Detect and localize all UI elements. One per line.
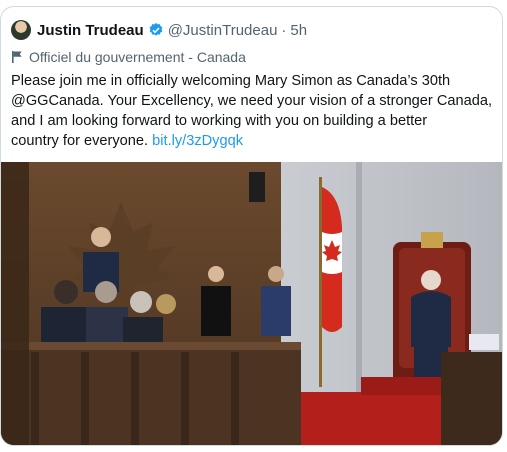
handle[interactable]: @JustinTrudeau [168, 22, 278, 39]
separator: · [281, 21, 287, 39]
display-name[interactable]: Justin Trudeau [37, 22, 144, 39]
tweet-text: Please join me in officially welcoming M… [11, 71, 496, 151]
tweet-header: Justin Trudeau @JustinTrudeau · 5h [11, 19, 307, 41]
government-label: Officiel du gouvernement - Canada [11, 49, 246, 65]
timestamp[interactable]: 5h [290, 22, 307, 39]
verified-badge-icon [148, 22, 164, 38]
tweet-text-line: Please join me in officially welcoming M… [11, 73, 451, 89]
tweet-card[interactable]: Justin Trudeau @JustinTrudeau · 5h Offic… [0, 6, 503, 446]
tweet-link[interactable]: bit.ly/3zDygqk [152, 133, 243, 149]
tweet-text-line: and I am looking forward to working with… [11, 113, 428, 129]
government-label-text: Officiel du gouvernement - Canada [29, 49, 246, 65]
tweet-text-line: country for everyone. bit.ly/3zDygqk [11, 133, 243, 149]
avatar[interactable] [11, 20, 31, 40]
flag-icon [11, 50, 23, 64]
tweet-photo[interactable] [1, 162, 502, 445]
tweet-text-line: @GGCanada. Your Excellency, we need your… [11, 93, 493, 109]
